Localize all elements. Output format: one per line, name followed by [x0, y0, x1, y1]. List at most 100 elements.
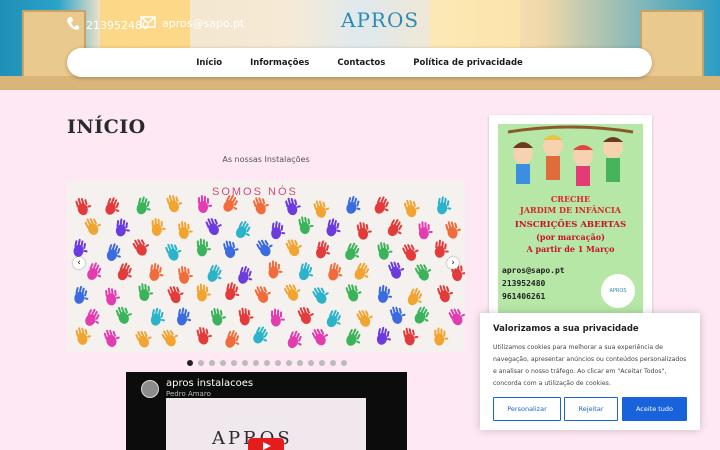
handprint	[136, 196, 151, 215]
handprint	[403, 327, 419, 346]
nav-item-inicio[interactable]: Início	[182, 58, 236, 68]
handprint	[165, 243, 182, 261]
slider-dot[interactable]	[330, 360, 336, 366]
handprint	[178, 265, 193, 284]
slider-dot[interactable]	[253, 360, 259, 366]
poster-email: apros@sapo.pt	[502, 266, 565, 275]
handprint	[135, 330, 152, 348]
video-title[interactable]: apros instalacoes	[166, 378, 253, 389]
slider-dot[interactable]	[198, 360, 204, 366]
slider-dot[interactable]	[297, 360, 303, 366]
handprint	[326, 218, 341, 237]
image-slider[interactable]: SOMOS NÓS	[67, 181, 465, 352]
poster-line-marcacao: (por marcação)	[536, 232, 605, 242]
handprint	[354, 262, 370, 280]
cookie-consent-banner: Valorizamos a sua privacidade Utilizamos…	[480, 313, 700, 430]
slider-next-button[interactable]: ›	[447, 257, 459, 269]
handprint	[434, 327, 449, 346]
handprint	[298, 216, 314, 235]
slider-dot[interactable]	[275, 360, 281, 366]
handprint	[253, 326, 268, 344]
hero-shelf	[640, 10, 704, 84]
channel-avatar[interactable]	[141, 380, 159, 398]
reject-button[interactable]: Rejeitar	[564, 397, 618, 421]
handprint	[287, 330, 302, 349]
handprint	[326, 309, 341, 328]
slider-dot[interactable]	[286, 360, 292, 366]
slider-dot[interactable]	[220, 360, 226, 366]
handprint	[150, 307, 165, 326]
handprint	[414, 306, 430, 324]
handprint	[161, 329, 178, 347]
handprint	[117, 262, 132, 281]
header-phone[interactable]: 213952480	[66, 16, 149, 35]
poster-logo: APROS	[601, 274, 635, 308]
handprint	[74, 285, 89, 304]
handprint	[254, 286, 271, 303]
poster-mobile: 961406261	[502, 292, 546, 301]
slider-dot[interactable]	[187, 360, 193, 366]
handprint	[132, 239, 149, 256]
youtube-play-icon[interactable]	[248, 438, 284, 450]
slider-dot[interactable]	[341, 360, 347, 366]
handprint	[197, 194, 213, 213]
handprint	[284, 284, 301, 301]
email-address: apros@sapo.pt	[162, 17, 245, 30]
slider-dot[interactable]	[264, 360, 270, 366]
handprint	[437, 285, 454, 303]
handprint	[328, 262, 343, 281]
handprint	[196, 326, 212, 345]
hero-floor	[0, 76, 720, 90]
handprints-image: SOMOS NÓS	[73, 185, 465, 349]
slider-prev-button[interactable]: ‹	[73, 257, 85, 269]
handprint	[196, 283, 211, 302]
customize-button[interactable]: Personalizar	[493, 397, 561, 421]
handprint	[437, 196, 452, 215]
gallery-subtitle: As nossas Instalações	[222, 155, 310, 164]
handprint	[84, 218, 101, 235]
envelope-icon	[140, 16, 156, 31]
slider-dot[interactable]	[231, 360, 237, 366]
handprint	[445, 221, 461, 239]
nav-item-contactos[interactable]: Contactos	[323, 58, 399, 68]
handprint	[151, 217, 166, 236]
slider-dot[interactable]	[209, 360, 215, 366]
slider-dot[interactable]	[242, 360, 248, 366]
header-email[interactable]: apros@sapo.pt	[140, 16, 244, 31]
handprint	[166, 195, 183, 213]
enrollment-poster-image: CRECHE JARDIM DE INFÂNCIA INSCRIÇÕES ABE…	[498, 124, 643, 314]
nav-item-informacoes[interactable]: Informações	[236, 58, 323, 68]
slider-dot[interactable]	[319, 360, 325, 366]
handprint	[297, 307, 314, 324]
handprint	[73, 238, 88, 257]
handprint	[285, 239, 302, 257]
cookie-body: Utilizamos cookies para melhorar a sua e…	[493, 344, 687, 387]
handprint	[256, 239, 273, 257]
children-illustration	[498, 124, 643, 186]
handprint	[85, 308, 100, 326]
handprint	[75, 197, 92, 216]
handprint	[205, 218, 222, 236]
handprint	[418, 221, 433, 240]
handprint	[223, 240, 239, 259]
accept-all-button[interactable]: Aceite tudo	[622, 397, 687, 421]
handprint	[115, 306, 132, 324]
handprint	[378, 284, 393, 303]
site-logo[interactable]: APROS	[341, 8, 419, 32]
poster-contacts: apros@sapo.pt 213952480 961406261	[502, 264, 565, 303]
handprint	[210, 307, 226, 326]
sidebar-poster[interactable]: CRECHE JARDIM DE INFÂNCIA INSCRIÇÕES ABE…	[489, 115, 652, 320]
handprint	[196, 238, 211, 257]
handprint	[285, 197, 301, 216]
handprint	[105, 287, 121, 306]
handprint	[167, 286, 184, 304]
handprint	[207, 264, 222, 282]
handprint	[149, 262, 164, 281]
video-embed[interactable]: apros instalacoes Pedro Amaro APROS	[126, 372, 407, 450]
handprint	[270, 308, 285, 327]
slider-dot[interactable]	[308, 360, 314, 366]
main-navigation: Início Informações Contactos Política de…	[67, 48, 652, 77]
nav-item-politica[interactable]: Política de privacidade	[399, 58, 537, 68]
slider-banner-text: SOMOS NÓS	[212, 185, 298, 198]
slider-pagination	[187, 360, 347, 366]
